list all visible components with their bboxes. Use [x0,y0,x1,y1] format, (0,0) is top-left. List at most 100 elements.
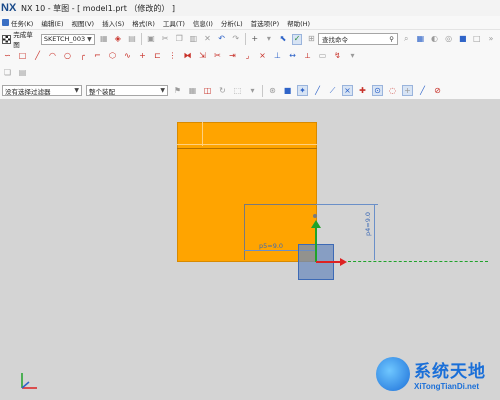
undo-icon[interactable]: ↶ [217,34,227,45]
lasso-icon[interactable]: ↻ [217,85,228,96]
box-select-icon[interactable]: ⬚ [232,85,243,96]
delete-icon[interactable]: ✕ [202,34,212,45]
menu-tools[interactable]: 工具(T) [163,18,185,28]
offset-curve-icon[interactable]: ⊏ [152,51,163,62]
line-icon[interactable]: ╱ [32,51,43,62]
orient-view-icon[interactable]: ▦ [99,34,109,45]
filter-icon[interactable]: ⚑ [172,85,183,96]
spline-icon[interactable]: ∿ [122,51,133,62]
menu-info[interactable]: 信息(I) [193,18,213,28]
menu-task-label: 任务(K) [11,19,34,28]
menu-preferences[interactable]: 首选项(P) [251,18,280,28]
snap-bounded-icon[interactable]: ⊘ [432,85,443,96]
fillet-icon[interactable]: ╭ [77,51,88,62]
menu-insert[interactable]: 插入(S) [102,18,124,28]
sketch-settings-icon[interactable]: ▤ [127,34,137,45]
display-constraints-icon[interactable]: ▭ [317,51,328,62]
sketch-name-select[interactable]: SKETCH_003 ▼ [40,33,95,45]
toolbar-separator [262,84,263,97]
auto-constrain-icon[interactable]: ⟂ [302,51,313,62]
more-curves-icon[interactable]: ▾ [347,51,358,62]
copy-icon[interactable]: ❐ [174,34,184,45]
sketch-edge-line [177,144,317,145]
snap-point-on-curve-icon[interactable]: + [402,85,413,96]
menu-view[interactable]: 视图(V) [72,18,95,28]
y-axis-arrow-icon [311,220,321,228]
menu-format[interactable]: 格式(R) [132,18,155,28]
project-curve-icon[interactable]: ⇲ [197,51,208,62]
redo-icon[interactable]: ↷ [231,34,241,45]
wireframe-icon[interactable]: □ [472,34,482,45]
grid-icon[interactable]: ⊞ [306,34,316,45]
polygon-icon[interactable]: ⬡ [107,51,118,62]
dimension-icon[interactable]: ↔ [287,51,298,62]
snap-endpoint-icon[interactable]: ✦ [297,85,308,96]
chevron-down-icon: ▼ [74,87,79,94]
pick-from-list-icon[interactable]: ⊛ [267,85,278,96]
chevron-down-icon: ▼ [87,35,92,43]
save-icon[interactable]: ▣ [146,34,156,45]
zoom-icon[interactable]: ◐ [429,34,439,45]
snap-control-icon[interactable]: ⟋ [327,85,338,96]
shaded-icon[interactable]: ■ [458,34,468,45]
reference-axis-line [348,261,488,262]
snap-existing-point-icon[interactable]: ╱ [417,85,428,96]
sketch-history-icon[interactable]: ▤ [17,68,28,79]
menu-help[interactable]: 帮助(H) [287,18,310,28]
menu-analysis[interactable]: 分析(L) [221,18,243,28]
snap-center-icon[interactable]: ✚ [357,85,368,96]
make-corner-icon[interactable]: ⌟ [242,51,253,62]
reattach-icon[interactable]: ◈ [113,34,123,45]
dimension-line[interactable] [374,204,375,260]
quick-trim-icon[interactable]: ⨯ [257,51,268,62]
convert-reference-icon[interactable]: ↯ [332,51,343,62]
menu-edit[interactable]: 编辑(E) [41,18,63,28]
search-icon[interactable]: ⌕ [401,34,411,45]
more-icon[interactable]: » [486,34,496,45]
cube-icon[interactable]: ■ [282,85,293,96]
cut-icon[interactable]: ✂ [160,34,170,45]
crosshair-icon[interactable]: + [250,34,260,45]
toolbar-row-4: 没有选择过滤器 ▼ 整个装配 ▼ ⚑ ▦ ◫ ↻ ⬚ ▾ ⊛ ■ ✦ ╱ ⟋ ⨯… [0,82,500,100]
selection-filter-select[interactable]: 没有选择过滤器 ▼ [2,85,82,96]
select-all-icon[interactable]: ▦ [187,85,198,96]
horizontal-dimension-label[interactable]: p5=9.0 [259,242,283,250]
snap-midpoint-icon[interactable]: ╱ [312,85,323,96]
menu-analysis-label: 分析(L) [220,19,243,28]
mirror-curve-icon[interactable]: ⧓ [182,51,193,62]
snap-intersection-icon[interactable]: ⨯ [342,85,353,96]
layout-icon[interactable]: ▦ [415,34,425,45]
snap-arc-center-icon[interactable]: ⊙ [372,85,383,96]
deselect-icon[interactable]: ◫ [202,85,213,96]
extend-icon[interactable]: ⇥ [227,51,238,62]
menu-edit-label: 编辑(E) [41,19,64,28]
menu-view-label: 视图(V) [71,19,95,28]
command-search-input[interactable]: 查找命令 ⚲ [318,33,398,45]
select-icon[interactable]: ⬉ [278,34,288,45]
trim-icon[interactable]: ✂ [212,51,223,62]
finish-sketch-label: 完成草图 [13,31,33,49]
profile-icon[interactable]: ∽ [2,51,13,62]
paste-icon[interactable]: ▥ [188,34,198,45]
assembly-scope-select[interactable]: 整个装配 ▼ [86,85,168,96]
copy-sketch-icon[interactable]: ❏ [2,68,13,79]
snap-quadrant-icon[interactable]: ◌ [387,85,398,96]
point-icon[interactable]: + [137,51,148,62]
dimension-line [316,204,378,205]
select-menu-icon[interactable]: ▾ [247,85,258,96]
arc-icon[interactable]: ◠ [47,51,58,62]
menu-dropdown-icon[interactable]: ▾ [264,34,274,45]
finish-sketch-button[interactable]: 完成草图 [2,29,37,49]
circle-icon[interactable]: ○ [62,51,73,62]
constraint-icon[interactable]: ⊥ [272,51,283,62]
sketch-point[interactable] [313,214,317,218]
snap-icon[interactable]: ✓ [291,33,303,45]
pattern-curve-icon[interactable]: ⋮ [167,51,178,62]
rectangle-icon[interactable]: □ [17,51,28,62]
toolbar-separator [244,33,246,45]
menu-task[interactable]: 任务(K) [2,18,33,28]
vertical-dimension-label[interactable]: p4=9.0 [364,212,372,236]
watermark-logo-icon [376,357,410,391]
fit-icon[interactable]: ◎ [444,34,454,45]
chamfer-icon[interactable]: ⌐ [92,51,103,62]
